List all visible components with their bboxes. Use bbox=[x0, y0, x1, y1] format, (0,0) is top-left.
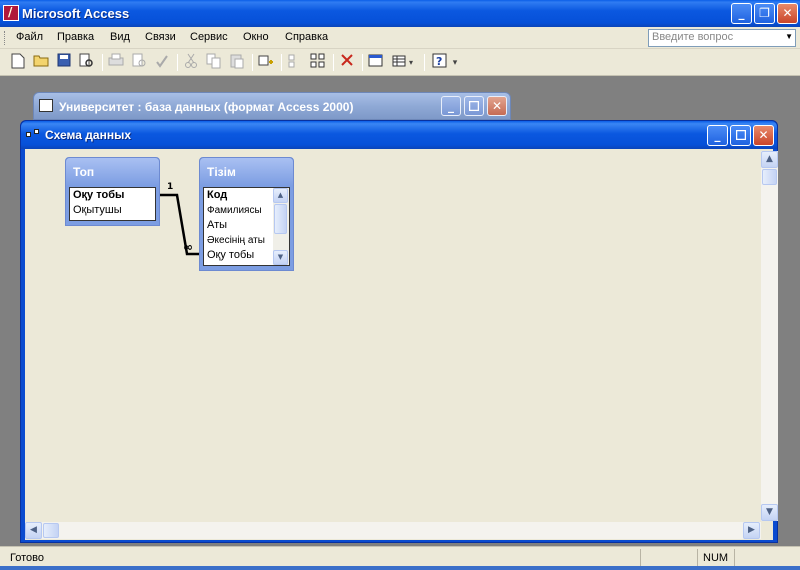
search-file-icon[interactable] bbox=[77, 53, 97, 73]
table-top[interactable]: Топ Оқу тобы Оқытушы bbox=[65, 157, 160, 226]
taskbar-edge bbox=[0, 566, 800, 570]
menu-edit[interactable]: Правка bbox=[57, 31, 94, 43]
relationships-window-title-bar[interactable]: Схема данных _ ✕ bbox=[21, 121, 777, 149]
relationships-icon bbox=[26, 129, 40, 141]
print-icon[interactable] bbox=[106, 53, 126, 73]
canvas-vertical-scrollbar[interactable]: ▲ ▼ bbox=[761, 151, 778, 521]
new-icon[interactable] bbox=[8, 53, 28, 73]
table-tizim-title: Тізім bbox=[200, 158, 293, 186]
toolbar-separator bbox=[333, 54, 334, 71]
app-title: Microsoft Access bbox=[22, 6, 130, 21]
svg-text:?: ? bbox=[436, 55, 442, 68]
show-direct-relationships-icon[interactable] bbox=[285, 53, 305, 73]
menu-file[interactable]: Файл bbox=[16, 31, 43, 43]
menu-bar: Файл Правка Вид Связи Сервис Окно Справк… bbox=[0, 27, 800, 49]
vertical-scroll-thumb[interactable] bbox=[762, 169, 777, 185]
table-top-field[interactable]: Оқытушы bbox=[70, 203, 155, 218]
relationships-window-title: Схема данных bbox=[45, 128, 131, 142]
scroll-up-arrow-icon[interactable]: ▲ bbox=[761, 151, 778, 168]
relationships-window[interactable]: Схема данных _ ✕ 1 ∞ Топ Оқу тобы Оқытуш… bbox=[20, 120, 778, 543]
save-icon[interactable] bbox=[54, 53, 74, 73]
menu-relationships[interactable]: Связи bbox=[145, 31, 176, 43]
toolbar-separator bbox=[177, 54, 178, 71]
table-top-field-list[interactable]: Оқу тобы Оқытушы bbox=[69, 187, 156, 221]
app-restore-button[interactable]: ❐ bbox=[754, 3, 775, 24]
access-app-icon[interactable] bbox=[3, 5, 19, 21]
open-folder-icon[interactable] bbox=[31, 53, 51, 73]
toolbar-separator bbox=[424, 54, 425, 71]
table-tizim-field-list[interactable]: Код Фамилиясы Аты Әкесінің аты Оқу тобы … bbox=[203, 187, 290, 266]
schema-maximize-button[interactable] bbox=[730, 125, 751, 146]
app-close-button[interactable]: ✕ bbox=[777, 3, 798, 24]
scroll-down-arrow-icon[interactable]: ▼ bbox=[761, 504, 778, 521]
table-tizim[interactable]: Тізім Код Фамилиясы Аты Әкесінің аты Оқу… bbox=[199, 157, 294, 271]
help-icon[interactable]: ? bbox=[430, 53, 450, 73]
table-top-field[interactable]: Оқу тобы bbox=[70, 188, 155, 203]
relationship-one-label: 1 bbox=[167, 182, 174, 192]
show-all-relationships-icon[interactable] bbox=[308, 53, 328, 73]
app-minimize-button[interactable]: _ bbox=[731, 3, 752, 24]
delete-icon[interactable] bbox=[337, 53, 357, 73]
cut-icon[interactable] bbox=[181, 53, 201, 73]
relationship-toolbar: ▾ ? ▾ bbox=[0, 49, 800, 76]
help-question-box[interactable]: Введите вопрос ▼ bbox=[648, 29, 796, 47]
db-maximize-button[interactable] bbox=[464, 96, 484, 116]
toolbar-separator bbox=[362, 54, 363, 71]
db-close-button[interactable]: ✕ bbox=[487, 96, 507, 116]
toolbar-separator bbox=[252, 54, 253, 71]
menu-window[interactable]: Окно bbox=[243, 31, 269, 43]
app-title-bar[interactable]: Microsoft Access _ ❐ ✕ bbox=[0, 0, 800, 27]
help-question-placeholder: Введите вопрос bbox=[652, 31, 734, 43]
help-dropdown-arrow-icon[interactable]: ▼ bbox=[785, 32, 793, 41]
paste-icon[interactable] bbox=[227, 53, 247, 73]
help-dropdown-icon[interactable]: ▾ bbox=[450, 53, 460, 73]
toolbar-separator bbox=[102, 54, 103, 71]
scroll-left-arrow-icon[interactable]: ◀ bbox=[25, 522, 42, 539]
menu-help[interactable]: Справка bbox=[285, 31, 328, 43]
scroll-down-arrow-icon[interactable]: ▼ bbox=[273, 250, 288, 265]
db-minimize-button[interactable]: _ bbox=[441, 96, 461, 116]
horizontal-scroll-thumb[interactable] bbox=[43, 523, 59, 538]
table-tizim-scrollbar[interactable]: ▲ ▼ bbox=[273, 188, 289, 265]
menu-grip[interactable] bbox=[4, 31, 7, 45]
scroll-thumb[interactable] bbox=[274, 204, 287, 234]
schema-close-button[interactable]: ✕ bbox=[753, 125, 774, 146]
menu-tools[interactable]: Сервис bbox=[190, 31, 228, 43]
scroll-right-arrow-icon[interactable]: ▶ bbox=[743, 522, 760, 539]
status-num-indicator: NUM bbox=[703, 552, 729, 564]
scroll-up-arrow-icon[interactable]: ▲ bbox=[273, 188, 288, 203]
relationships-canvas[interactable]: 1 ∞ Топ Оқу тобы Оқытушы Тізім Код Фамил… bbox=[25, 149, 778, 540]
print-preview-icon[interactable] bbox=[129, 53, 149, 73]
database-window-title: Университет : база данных (формат Access… bbox=[59, 100, 354, 114]
schema-minimize-button[interactable]: _ bbox=[707, 125, 728, 146]
spelling-icon[interactable] bbox=[152, 53, 172, 73]
relationship-many-label: ∞ bbox=[183, 240, 193, 254]
database-window-icon[interactable] bbox=[366, 53, 386, 73]
table-top-title: Топ bbox=[66, 158, 159, 186]
show-table-icon[interactable] bbox=[256, 53, 276, 73]
database-window[interactable]: Университет : база данных (формат Access… bbox=[33, 92, 511, 120]
canvas-horizontal-scrollbar[interactable]: ◀ ▶ bbox=[25, 522, 761, 539]
database-window-icon bbox=[39, 99, 53, 112]
copy-icon[interactable] bbox=[204, 53, 224, 73]
new-object-dropdown-icon[interactable]: ▾ bbox=[406, 53, 416, 73]
status-text: Готово bbox=[10, 552, 44, 564]
toolbar-separator bbox=[281, 54, 282, 71]
menu-view[interactable]: Вид bbox=[110, 31, 130, 43]
